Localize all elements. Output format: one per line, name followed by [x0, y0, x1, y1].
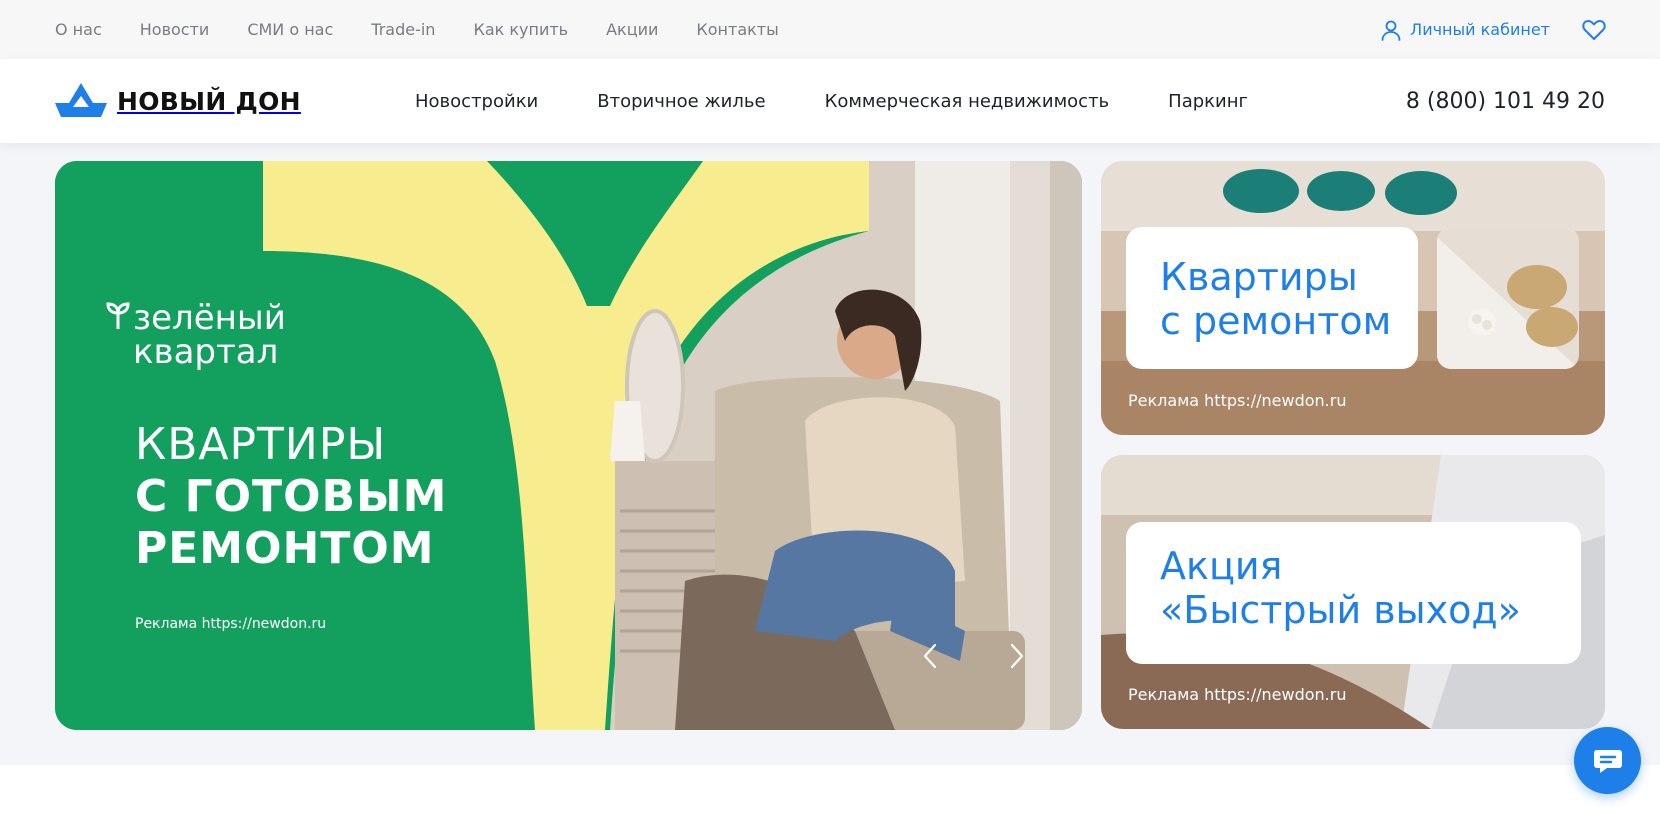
card-title-box: Квартиры с ремонтом: [1126, 227, 1418, 369]
heart-icon[interactable]: [1581, 17, 1607, 43]
slide-title-line-1: КВАРТИРЫ: [135, 419, 387, 470]
cabinet-label: Личный кабинет: [1410, 20, 1550, 39]
brand-line-1: зелёный: [133, 298, 286, 338]
top-link-media[interactable]: СМИ о нас: [247, 20, 333, 39]
nav-secondary-housing[interactable]: Вторичное жилье: [597, 91, 765, 112]
card-thumbnail: [1437, 227, 1579, 369]
top-link-promotions[interactable]: Акции: [606, 20, 658, 39]
top-nav: О нас Новости СМИ о нас Trade-in Как куп…: [55, 0, 779, 59]
top-bar: О нас Новости СМИ о нас Trade-in Как куп…: [0, 0, 1660, 59]
top-link-about[interactable]: О нас: [55, 20, 102, 39]
brand-logo: зелёный квартал: [105, 301, 286, 369]
logo-icon: [55, 83, 107, 117]
hero-section: зелёный квартал КВАРТИРЫ С ГОТОВЫМ РЕМОН…: [0, 143, 1660, 765]
card-title-line-2: с ремонтом: [1160, 299, 1392, 343]
card-ad-label: Реклама https://newdon.ru: [1128, 391, 1347, 410]
brand-line-2: квартал: [133, 332, 279, 372]
logo-text: НОВЫЙ ДОН: [117, 86, 301, 116]
user-icon: [1381, 20, 1401, 41]
promo-card-renovated[interactable]: Квартиры с ремонтом Реклама https://newd…: [1101, 161, 1605, 435]
slide-title-line-3: РЕМОНТОМ: [135, 523, 435, 574]
cabinet-link[interactable]: Личный кабинет: [1380, 0, 1550, 59]
nav-parking[interactable]: Паркинг: [1168, 91, 1248, 112]
top-link-trade-in[interactable]: Trade-in: [371, 20, 435, 39]
card-title-box: Акция «Быстрый выход»: [1126, 522, 1581, 664]
main-header: НОВЫЙ ДОН Новостройки Вторичное жилье Ко…: [0, 59, 1660, 143]
nav-new-buildings[interactable]: Новостройки: [415, 91, 538, 112]
chat-button[interactable]: [1574, 727, 1641, 794]
card-ad-label: Реклама https://newdon.ru: [1128, 685, 1347, 704]
main-nav: Новостройки Вторичное жилье Коммерческая…: [415, 59, 1248, 143]
sprout-icon: [106, 302, 130, 329]
promo-card-quick-exit[interactable]: Акция «Быстрый выход» Реклама https://ne…: [1101, 455, 1605, 729]
logo[interactable]: НОВЫЙ ДОН: [55, 81, 301, 121]
nav-commercial[interactable]: Коммерческая недвижимость: [825, 91, 1110, 112]
card-title-line-1: Квартиры: [1160, 255, 1358, 299]
top-link-news[interactable]: Новости: [140, 20, 210, 39]
chevron-right-icon[interactable]: [1001, 641, 1031, 671]
top-link-contacts[interactable]: Контакты: [696, 20, 778, 39]
card-title-line-2: «Быстрый выход»: [1160, 588, 1521, 632]
card-title-line-1: Акция: [1160, 544, 1283, 588]
slide-ad-label: Реклама https://newdon.ru: [135, 616, 327, 632]
promo-slider[interactable]: зелёный квартал КВАРТИРЫ С ГОТОВЫМ РЕМОН…: [55, 161, 1082, 730]
chevron-left-icon[interactable]: [916, 641, 946, 671]
top-link-how-to-buy[interactable]: Как купить: [473, 20, 568, 39]
slide-title-line-2: С ГОТОВЫМ: [135, 471, 448, 522]
chat-icon: [1593, 749, 1622, 773]
phone-link[interactable]: 8 (800) 101 49 20: [1406, 59, 1605, 143]
slide-title: КВАРТИРЫ С ГОТОВЫМ РЕМОНТОМ: [135, 419, 447, 575]
